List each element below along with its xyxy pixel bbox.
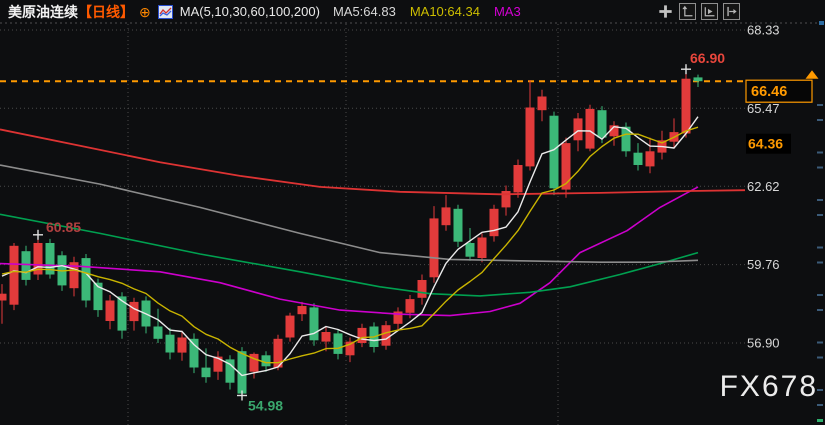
svg-text:64.36: 64.36 [748, 136, 783, 152]
axis-play-icon [703, 5, 716, 18]
chart-window: 60.85 54.98 66.90 68.33 65.47 62.62 59.76 56.90… [0, 0, 825, 425]
axis-price-label-64.36: 64.36 [746, 134, 791, 154]
svg-text:54.98: 54.98 [248, 398, 283, 414]
fx678-watermark: FX678 [720, 370, 818, 404]
step-forward-button[interactable] [723, 3, 740, 20]
svg-text:66.46: 66.46 [751, 84, 787, 100]
ma30-value-label: MA3 [494, 4, 521, 19]
axis-tick-label: 56.90 [747, 336, 780, 351]
svg-text:60.85: 60.85 [46, 219, 81, 235]
play-forward-button[interactable] [701, 3, 718, 20]
move-crosshair-button[interactable] [657, 3, 674, 20]
period-label[interactable]: 【日线】 [78, 2, 134, 22]
circle-plus-icon[interactable]: ⊕ [139, 5, 151, 19]
candlestick-chart[interactable]: 60.85 54.98 66.90 68.33 65.47 62.62 59.76 56.90… [0, 0, 825, 425]
ma-group-label: MA(5,10,30,60,100,200) [180, 4, 320, 19]
axis-up-arrow-icon [681, 5, 694, 18]
bar-right-arrow-icon [725, 5, 738, 18]
axis-tick-label: 59.76 [747, 257, 780, 272]
edge-tick-green [817, 419, 823, 422]
mini-kline-icon[interactable] [158, 5, 173, 19]
axis-tick-label: 68.33 [747, 23, 780, 38]
ma10-value-label: MA10:64.34 [410, 4, 480, 19]
ma5-value-label: MA5:64.83 [333, 4, 396, 19]
fit-left-axis-button[interactable] [679, 3, 696, 20]
axis-tick-label: 62.62 [747, 179, 780, 194]
axis-tick-label: 65.47 [747, 101, 780, 116]
symbol-name: 美原油连续 [8, 2, 78, 22]
chart-toolbar [657, 3, 740, 20]
move-cross-icon [658, 4, 673, 19]
svg-text:66.90: 66.90 [690, 50, 725, 66]
